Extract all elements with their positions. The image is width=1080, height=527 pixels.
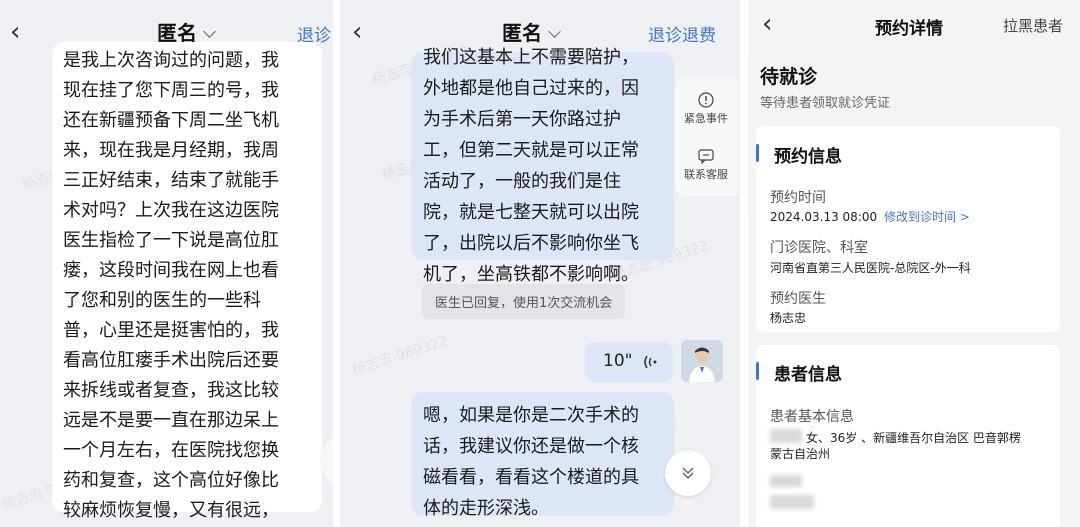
hospital-label: 门诊医院、科室 — [770, 240, 868, 256]
time-value: 2024.03.13 08:00 — [770, 210, 878, 224]
message-line: 瘘，这段时间我在网上也看 — [63, 260, 279, 281]
double-chevron-down-icon — [682, 467, 694, 480]
message-line: 活动了，一般的我们是住 — [423, 171, 621, 192]
status-title: 待就诊 — [760, 66, 818, 88]
emergency-button[interactable]: 紧急事件 — [675, 92, 737, 126]
message-line: 远是不是要一直在那边呆上 — [63, 410, 279, 431]
message-line: 普，心里还是挺害怕的，我 — [63, 320, 279, 341]
voice-message-bubble[interactable]: 10" — [585, 342, 673, 382]
message-line: 院，就是七整天就可以出院 — [423, 202, 639, 223]
section-marker — [756, 362, 759, 380]
doctor-avatar[interactable] — [681, 340, 723, 382]
doctor-label: 预约医生 — [770, 291, 826, 307]
back-arrow-icon[interactable]: ‹ — [762, 4, 772, 44]
voice-duration: 10" — [603, 351, 633, 371]
customer-service-icon — [698, 149, 714, 164]
change-time-link[interactable]: 修改到诊时间 > — [884, 210, 970, 224]
patient-basic-line2: 蒙古自治州 — [770, 447, 831, 461]
chevron-down-icon — [203, 25, 216, 38]
message-text: 我们这基本上不需要陪护， 外地都是他自己过来的，因 为手术后第一天你路过护 工，但第二… — [423, 42, 662, 290]
message-line: 三正好结束，结束了就能手 — [63, 170, 279, 191]
message-line: 药和复查，这个高位好像比 — [63, 470, 279, 491]
message-line: 我们这基本上不需要陪护， — [423, 47, 639, 68]
patient-basic-line1: 女、36岁 、新疆维吾尔自治区 巴音郭楞 — [806, 431, 1021, 445]
patient-message-bubble: 是我上次咨询过的问题，我 现在挂了您下周三的号，我 还在新疆预备下周二坐飞机 来，现在… — [52, 42, 322, 521]
section-title: 预约信息 — [774, 147, 842, 167]
message-line: 了您和别的医生的一些科 — [63, 290, 261, 311]
watermark: 杨志忠 969322 — [350, 332, 451, 379]
chevron-down-icon — [548, 25, 561, 38]
message-line: 一个月左右，在医院找您换 — [63, 440, 279, 461]
doctor-value: 杨志忠 — [770, 311, 807, 325]
emergency-label: 紧急事件 — [684, 112, 728, 125]
chat-panel-patient: 杨志忠 969322 杨志忠 969322 杨志忠 969322 ‹ 匿名 退诊… — [0, 0, 333, 527]
avatar-icon — [681, 340, 723, 382]
hospital-value: 河南省直第三人民医院-总院区-外一科 — [770, 261, 971, 275]
doctor-message-bubble: 我们这基本上不需要陪护， 外地都是他自己过来的，因 为手术后第一天你路过护 工，但第二… — [411, 47, 674, 285]
message-line: 嗯，如果是你是二次手术的 — [423, 405, 639, 426]
message-line: 体的走形深浅。 — [423, 498, 549, 519]
message-text: 是我上次咨询过的问题，我 现在挂了您下周三的号，我 还在新疆预备下周二坐飞机 来，现在… — [63, 46, 311, 526]
back-arrow-icon[interactable]: ‹ — [10, 12, 20, 52]
page-title: 预约详情 — [875, 19, 943, 39]
message-line: 外地都是他自己过来的，因 — [423, 78, 639, 99]
patient-basic-label: 患者基本信息 — [770, 409, 854, 425]
message-line: 了，出院以后不影响你坐飞 — [423, 233, 639, 254]
status-subtitle: 等待患者领取就诊凭证 — [760, 96, 891, 111]
redacted-field — [770, 495, 814, 509]
message-line: 磁看看，看看这个楼道的具 — [423, 467, 639, 488]
message-line: 看高位肛瘘手术出院后还要 — [63, 350, 279, 371]
back-arrow-icon[interactable]: ‹ — [352, 12, 362, 52]
message-line: 是我上次咨询过的问题，我 — [63, 50, 279, 71]
message-line: 现在挂了您下周三的号，我 — [63, 80, 279, 101]
detail-header: ‹ 预约详情 拉黑患者 — [748, 0, 1080, 60]
appointment-detail-panel: ‹ 预约详情 拉黑患者 待就诊 等待患者领取就诊凭证 预约信息 预约时间 202… — [748, 0, 1080, 527]
time-label: 预约时间 — [770, 190, 826, 206]
time-row: 2024.03.13 08:00 修改到诊时间 > — [770, 208, 970, 225]
section-title: 患者信息 — [774, 365, 842, 385]
message-line: 较麻烦恢复慢，又有很远， — [63, 500, 279, 521]
contact-service-button[interactable]: 联系客服 — [675, 148, 737, 182]
message-line: 术对吗？上次我在这边医院 — [63, 200, 279, 221]
patient-card: 患者信息 患者基本信息 女、36岁 、新疆维吾尔自治区 巴音郭楞 蒙古自治州 — [756, 345, 1060, 527]
alert-circle-icon — [698, 92, 714, 108]
voice-wave-icon — [644, 355, 657, 369]
contact-service-label: 联系客服 — [684, 168, 728, 181]
appointment-card: 预约信息 预约时间 2024.03.13 08:00 修改到诊时间 > 门诊医院… — [756, 126, 1060, 333]
doctor-reply-bubble: 嗯，如果是你是二次手术的 话，我建议你还是做一个核 磁看看，看看这个楼道的具 体的走形… — [411, 392, 674, 519]
block-patient-link[interactable]: 拉黑患者 — [1003, 15, 1063, 36]
side-action-bar: 紧急事件 联系客服 — [675, 78, 737, 196]
message-line: 话，我建议你还是做一个核 — [423, 436, 639, 457]
redacted-field — [770, 475, 802, 487]
chat-panel-doctor: 杨志忠 969322 杨志忠 969322 杨志忠 969322 杨志忠 969… — [340, 0, 740, 527]
section-marker — [756, 144, 759, 162]
message-line: 还在新疆预备下周二坐飞机 — [63, 110, 279, 131]
message-line: 为手术后第一天你路过护 — [423, 109, 621, 130]
message-text: 嗯，如果是你是二次手术的 话，我建议你还是做一个核 磁看看，看看这个楼道的具 体的走形… — [423, 400, 662, 524]
message-line: 来，现在我是月经期，我周 — [63, 140, 279, 161]
redacted-name — [770, 429, 802, 443]
message-line: 来拆线或者复查，我这比较 — [63, 380, 279, 401]
scroll-down-button[interactable] — [665, 450, 711, 496]
message-line: 医生指检了一下说是高位肛 — [63, 230, 279, 251]
message-line: 工，但第二天就是可以正常 — [423, 140, 639, 161]
system-notice: 医生已回复，使用1次交流机会 — [422, 284, 626, 319]
